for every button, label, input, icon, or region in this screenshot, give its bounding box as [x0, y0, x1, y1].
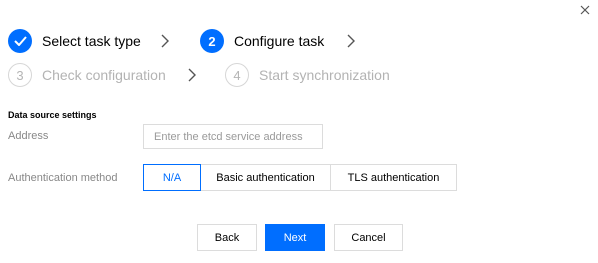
step-select-task-type: Select task type	[8, 28, 141, 54]
step-start-synchronization: 4 Start synchronization	[225, 62, 390, 88]
step-label: Configure task	[234, 33, 325, 49]
chevron-right-icon	[161, 34, 169, 48]
step-label: Start synchronization	[259, 67, 390, 83]
cancel-button[interactable]: Cancel	[334, 224, 403, 251]
step-number: 3	[8, 63, 32, 87]
step-number: 2	[200, 29, 224, 53]
step-number: 4	[225, 63, 249, 87]
auth-method-selector: N/A Basic authentication TLS authenticat…	[143, 164, 457, 191]
step-label: Check configuration	[42, 67, 166, 83]
check-icon	[8, 29, 32, 53]
step-configure-task: 2 Configure task	[200, 28, 324, 54]
step-check-configuration: 3 Check configuration	[8, 62, 166, 88]
auth-option-basic[interactable]: Basic authentication	[201, 164, 331, 191]
auth-option-na[interactable]: N/A	[143, 164, 201, 191]
chevron-right-icon	[188, 68, 196, 82]
close-icon[interactable]	[578, 4, 592, 18]
address-label: Address	[8, 130, 49, 142]
auth-option-tls[interactable]: TLS authentication	[331, 164, 457, 191]
back-button[interactable]: Back	[197, 224, 257, 251]
chevron-right-icon	[347, 34, 355, 48]
next-button[interactable]: Next	[265, 224, 325, 251]
step-label: Select task type	[42, 33, 141, 49]
auth-method-label: Authentication method	[8, 172, 118, 184]
address-input[interactable]	[143, 124, 323, 149]
section-title: Data source settings	[8, 110, 97, 120]
